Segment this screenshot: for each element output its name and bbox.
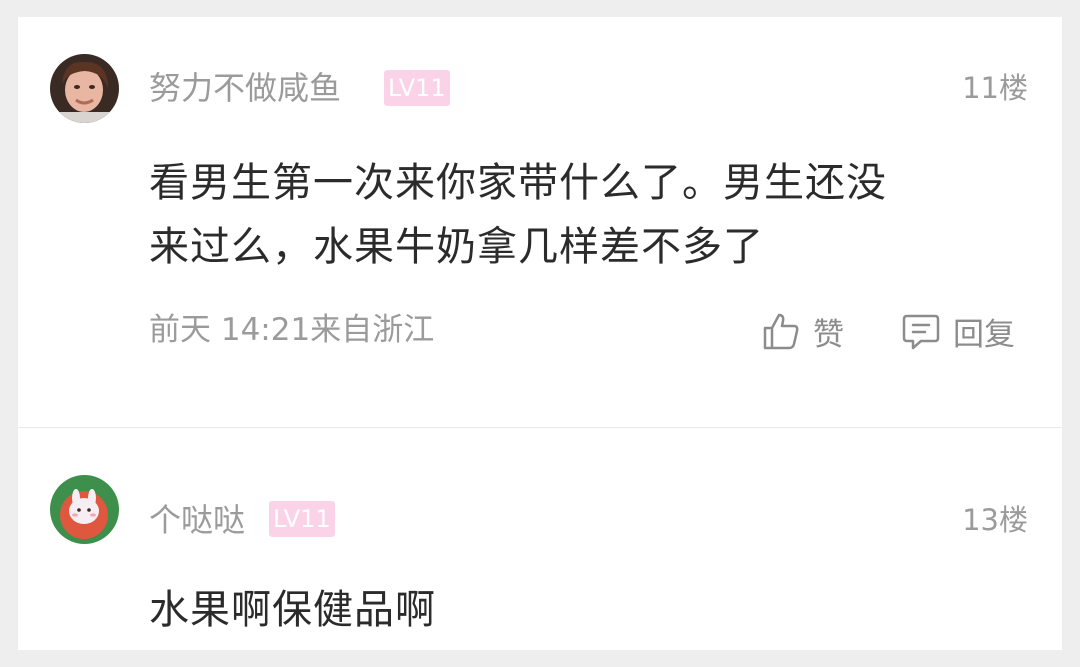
comment-meta: 前天 14:21来自浙江 [149,312,435,348]
bunny-cartoon-avatar-icon [50,475,119,544]
comment-item: 个哒哒 LV11 13楼 水果啊保健品啊 [18,428,1062,650]
reply-label: 回复 [953,316,1015,353]
level-badge: LV11 [384,70,450,106]
comment-content: 看男生第一次来你家带什么了。男生还没 来过么，水果牛奶拿几样差不多了 [149,151,1019,279]
comment-bubble-icon [902,314,940,350]
like-label: 赞 [813,316,844,353]
like-button[interactable]: 赞 [761,309,844,353]
comment-content: 水果啊保健品啊 [149,587,436,633]
level-badge: LV11 [269,501,335,537]
comment-content-line: 看男生第一次来你家带什么了。男生还没 [149,160,887,206]
user-avatar[interactable] [50,54,119,123]
floor-number: 11楼 [962,71,1028,105]
username[interactable]: 努力不做咸鱼 [149,68,341,108]
user-avatar[interactable] [50,475,119,544]
username[interactable]: 个哒哒 [149,500,245,540]
woman-portrait-avatar-icon [50,54,119,123]
comment-thread: 努力不做咸鱼 LV11 11楼 看男生第一次来你家带什么了。男生还没 来过么，水… [18,17,1062,650]
comment-item: 努力不做咸鱼 LV11 11楼 看男生第一次来你家带什么了。男生还没 来过么，水… [18,17,1062,427]
comment-content-line: 来过么，水果牛奶拿几样差不多了 [149,224,764,270]
reply-button[interactable]: 回复 [901,309,1015,353]
thumbs-up-icon [763,313,799,350]
floor-number: 13楼 [962,503,1028,537]
